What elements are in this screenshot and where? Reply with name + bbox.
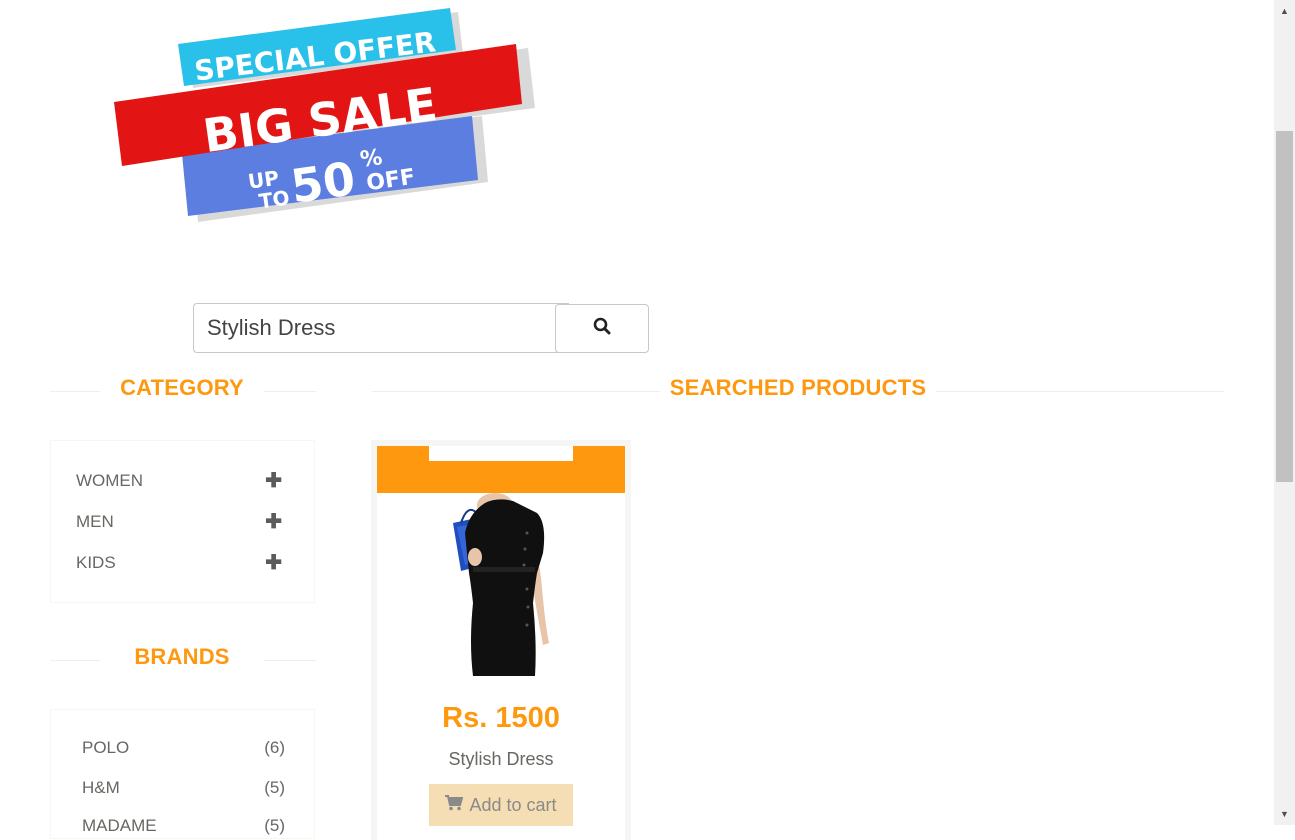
- plus-icon[interactable]: ✚: [265, 509, 282, 534]
- search-input[interactable]: [193, 303, 569, 353]
- product-image[interactable]: [377, 493, 625, 676]
- add-to-cart-label: Add to cart: [469, 794, 557, 815]
- search-icon: [593, 317, 611, 340]
- scroll-up-arrow-icon[interactable]: ▲: [1274, 2, 1295, 19]
- product-overlay-chip: [429, 446, 573, 461]
- banner-to: TO: [257, 185, 291, 213]
- shopping-cart-icon: [445, 794, 464, 816]
- heading-rule: [936, 391, 1224, 392]
- heading-rule: [50, 391, 100, 392]
- brand-count: (5): [264, 778, 285, 797]
- category-item-kids[interactable]: KIDS ✚: [76, 550, 286, 575]
- brand-label: MADAME: [82, 816, 157, 835]
- add-to-cart-button[interactable]: Add to cart: [429, 784, 573, 826]
- plus-icon[interactable]: ✚: [265, 468, 282, 493]
- brand-item-madame[interactable]: MADAME (5): [82, 816, 285, 836]
- search-button[interactable]: [555, 304, 649, 353]
- sale-banner: SPECIAL OFFER BIG SALE UP TO 50 % OFF: [110, 4, 540, 224]
- brand-count: (6): [264, 738, 285, 757]
- heading-rule: [264, 660, 316, 661]
- product-card: Rs. 1500 Stylish Dress Add to cart: [371, 440, 631, 840]
- brands-title: BRANDS: [134, 644, 230, 669]
- product-name: Stylish Dress: [448, 749, 554, 769]
- brand-count: (5): [264, 816, 285, 835]
- product-price: Rs. 1500: [442, 702, 560, 734]
- category-panel: WOMEN ✚ MEN ✚ KIDS ✚: [50, 440, 315, 603]
- scroll-down-arrow-icon[interactable]: ▼: [1274, 805, 1295, 822]
- category-label: WOMEN: [76, 470, 144, 490]
- heading-rule: [50, 660, 100, 661]
- searched-products-title: SEARCHED PRODUCTS: [669, 375, 927, 400]
- category-item-women[interactable]: WOMEN ✚: [76, 468, 286, 493]
- brands-panel: POLO (6) H&M (5) MADAME (5): [50, 709, 315, 839]
- category-label: KIDS: [76, 552, 116, 572]
- scrollbar-thumb[interactable]: [1276, 131, 1293, 482]
- brand-label: H&M: [82, 778, 120, 797]
- heading-rule: [372, 391, 660, 392]
- brand-item-hm[interactable]: H&M (5): [82, 778, 285, 798]
- category-item-men[interactable]: MEN ✚: [76, 509, 286, 534]
- banner-percent: 50: [288, 151, 359, 213]
- category-title: CATEGORY: [120, 375, 244, 400]
- brand-label: POLO: [82, 738, 130, 757]
- heading-rule: [264, 391, 316, 392]
- category-label: MEN: [76, 511, 114, 531]
- plus-icon[interactable]: ✚: [265, 550, 282, 575]
- page-scrollbar[interactable]: ▲ ▼: [1274, 0, 1295, 825]
- brand-item-polo[interactable]: POLO (6): [82, 738, 285, 758]
